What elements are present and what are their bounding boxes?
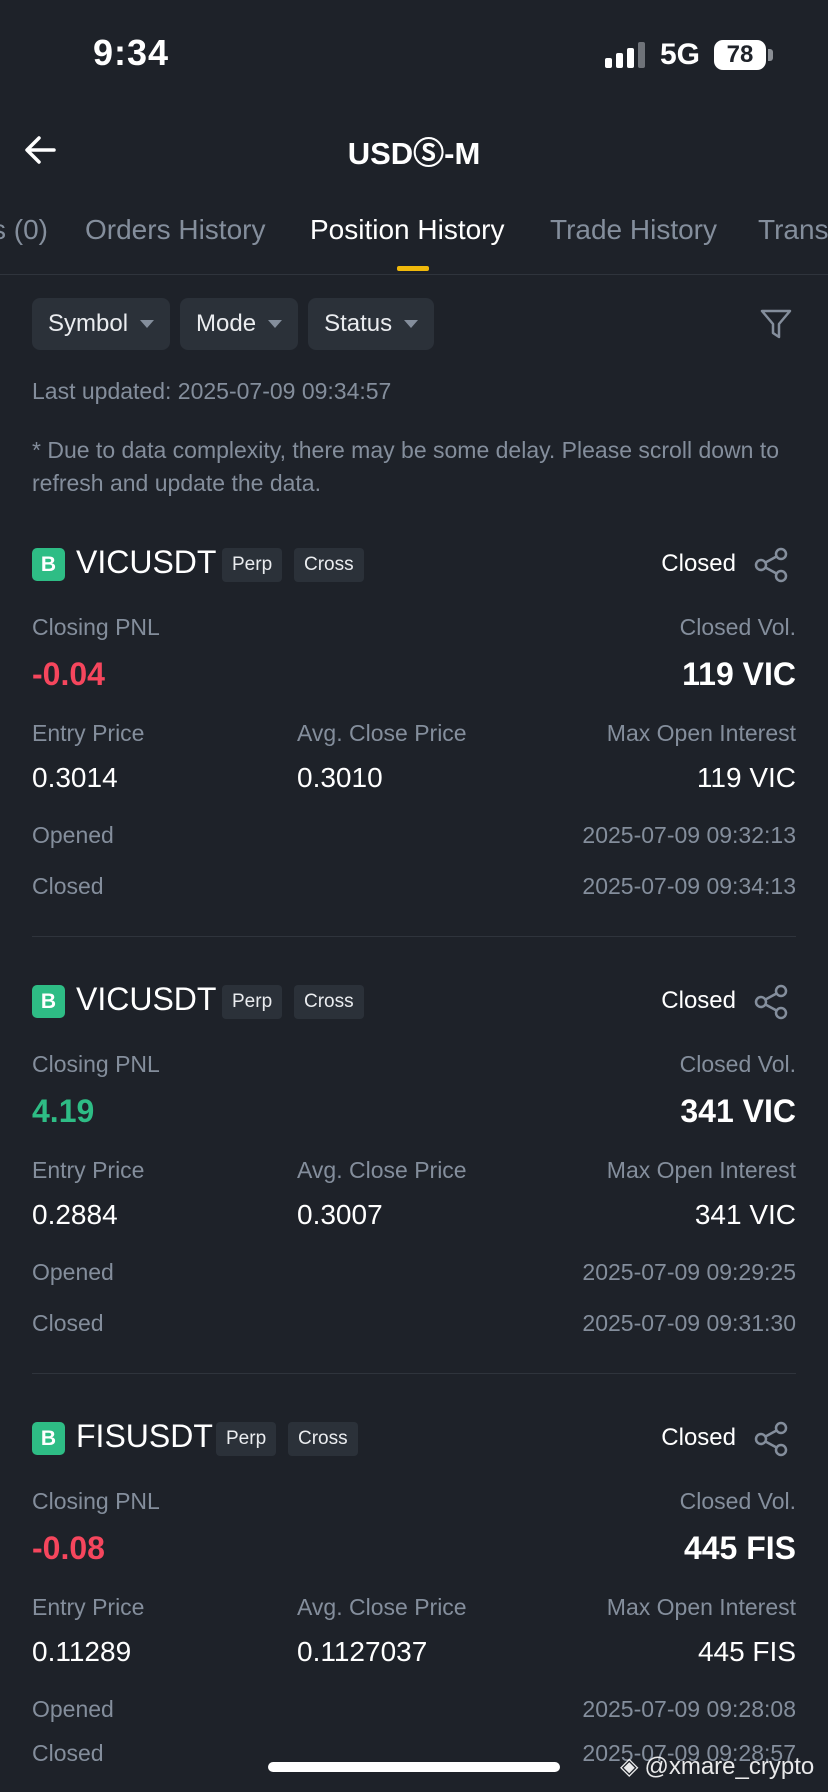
mode-filter-label: Mode <box>196 310 257 337</box>
tab-bar: s (0) Orders History Position History Tr… <box>0 200 828 275</box>
position-card[interactable]: B VICUSDT Perp Cross Closed Closing PNL … <box>32 953 796 1374</box>
max-open-interest-label: Max Open Interest <box>606 720 796 746</box>
opened-label: Opened <box>32 1696 114 1722</box>
opened-time: 2025-07-09 09:32:13 <box>582 822 796 848</box>
position-card[interactable]: B VICUSDT Perp Cross Closed Closing PNL … <box>32 516 796 937</box>
closing-pnl-value: -0.04 <box>32 656 105 692</box>
battery-icon: 78 <box>714 40 766 70</box>
closed-vol-value: 119 VIC <box>682 656 796 692</box>
filter-bar: Symbol Mode Status <box>32 298 435 350</box>
margin-mode-tag: Cross <box>294 985 364 1019</box>
home-indicator <box>268 1762 560 1772</box>
avg-close-price-label: Avg. Close Price <box>297 1157 467 1183</box>
symbol-name: VICUSDT <box>76 981 217 1017</box>
closed-vol-label: Closed Vol. <box>679 1488 796 1514</box>
max-open-interest-label: Max Open Interest <box>606 1157 796 1183</box>
symbol-filter-label: Symbol <box>48 310 129 337</box>
side-badge: B <box>32 1422 65 1455</box>
filter-funnel-icon[interactable] <box>756 304 796 344</box>
side-badge: B <box>32 548 65 581</box>
margin-mode-tag: Cross <box>294 548 364 582</box>
network-type: 5G <box>660 38 701 71</box>
opened-time: 2025-07-09 09:28:08 <box>582 1696 796 1722</box>
status-filter-dropdown[interactable]: Status <box>308 298 435 350</box>
entry-price-value: 0.3014 <box>32 762 118 793</box>
closed-label: Closed <box>32 1310 104 1336</box>
watermark: ◈ @xmare_crypto <box>620 1752 814 1781</box>
tab-open-orders[interactable]: s (0) <box>0 214 48 246</box>
status-filter-label: Status <box>324 310 393 337</box>
watermark-text: @xmare_crypto <box>644 1752 815 1780</box>
tab-transactions[interactable]: Trans <box>758 214 828 246</box>
closing-pnl-label: Closing PNL <box>32 614 160 640</box>
closed-time: 2025-07-09 09:34:13 <box>582 873 796 899</box>
symbol-name: VICUSDT <box>76 544 217 580</box>
entry-price-label: Entry Price <box>32 1594 145 1620</box>
entry-price-value: 0.2884 <box>32 1199 118 1230</box>
perp-tag: Perp <box>216 1422 277 1456</box>
card-divider <box>32 936 796 937</box>
battery-cap <box>768 49 773 61</box>
caret-down-icon <box>140 320 155 328</box>
perp-tag: Perp <box>222 985 283 1019</box>
tab-position-history[interactable]: Position History <box>310 214 505 246</box>
avg-close-price-label: Avg. Close Price <box>297 1594 467 1620</box>
caret-down-icon <box>268 320 283 328</box>
closed-vol-label: Closed Vol. <box>679 1051 796 1077</box>
caret-down-icon <box>404 320 419 328</box>
avg-close-price-label: Avg. Close Price <box>297 720 467 746</box>
active-tab-indicator <box>397 266 429 271</box>
closed-label: Closed <box>32 1740 104 1766</box>
avg-close-price-value: 0.1127037 <box>297 1636 428 1667</box>
entry-price-label: Entry Price <box>32 720 145 746</box>
position-status: Closed <box>661 550 736 577</box>
position-status: Closed <box>661 987 736 1014</box>
share-icon[interactable] <box>752 546 790 584</box>
margin-mode-tag: Cross <box>288 1422 358 1456</box>
binance-logo-icon: ◈ <box>620 1753 639 1780</box>
closed-label: Closed <box>32 873 104 899</box>
opened-label: Opened <box>32 1259 114 1285</box>
signal-icon <box>605 42 645 68</box>
closing-pnl-value: 4.19 <box>32 1093 95 1129</box>
tab-trade-history[interactable]: Trade History <box>550 214 717 246</box>
max-open-interest-value: 341 VIC <box>694 1199 796 1230</box>
share-icon[interactable] <box>752 1420 790 1458</box>
closing-pnl-value: -0.08 <box>32 1530 105 1566</box>
side-badge: B <box>32 985 65 1018</box>
data-delay-note: * Due to data complexity, there may be s… <box>32 437 780 496</box>
header: USDⓈ-M <box>0 110 828 194</box>
status-time: 9:34 <box>93 32 170 73</box>
page-title: USDⓈ-M <box>347 136 481 171</box>
position-card[interactable]: B FISUSDT Perp Cross Closed Closing PNL … <box>32 1390 796 1770</box>
closed-vol-value: 341 VIC <box>680 1093 796 1129</box>
max-open-interest-value: 445 FIS <box>697 1636 796 1667</box>
avg-close-price-value: 0.3007 <box>297 1199 383 1230</box>
closing-pnl-label: Closing PNL <box>32 1488 160 1514</box>
opened-label: Opened <box>32 822 114 848</box>
max-open-interest-label: Max Open Interest <box>606 1594 796 1620</box>
card-divider <box>32 1373 796 1374</box>
position-status: Closed <box>661 1424 736 1451</box>
symbol-name: FISUSDT <box>76 1418 213 1454</box>
closed-vol-label: Closed Vol. <box>679 614 796 640</box>
status-bar: 9:34 5G 78 <box>0 0 828 110</box>
tab-orders-history[interactable]: Orders History <box>85 214 265 246</box>
max-open-interest-value: 119 VIC <box>696 762 796 793</box>
closed-time: 2025-07-09 09:31:30 <box>582 1310 796 1336</box>
entry-price-value: 0.11289 <box>32 1636 132 1667</box>
last-updated-text: Last updated: 2025-07-09 09:34:57 <box>32 378 392 404</box>
avg-close-price-value: 0.3010 <box>297 762 383 793</box>
closed-vol-value: 445 FIS <box>683 1530 796 1566</box>
symbol-filter-dropdown[interactable]: Symbol <box>32 298 171 350</box>
perp-tag: Perp <box>222 548 283 582</box>
entry-price-label: Entry Price <box>32 1157 145 1183</box>
closing-pnl-label: Closing PNL <box>32 1051 160 1077</box>
mode-filter-dropdown[interactable]: Mode <box>180 298 299 350</box>
share-icon[interactable] <box>752 983 790 1021</box>
opened-time: 2025-07-09 09:29:25 <box>582 1259 796 1285</box>
